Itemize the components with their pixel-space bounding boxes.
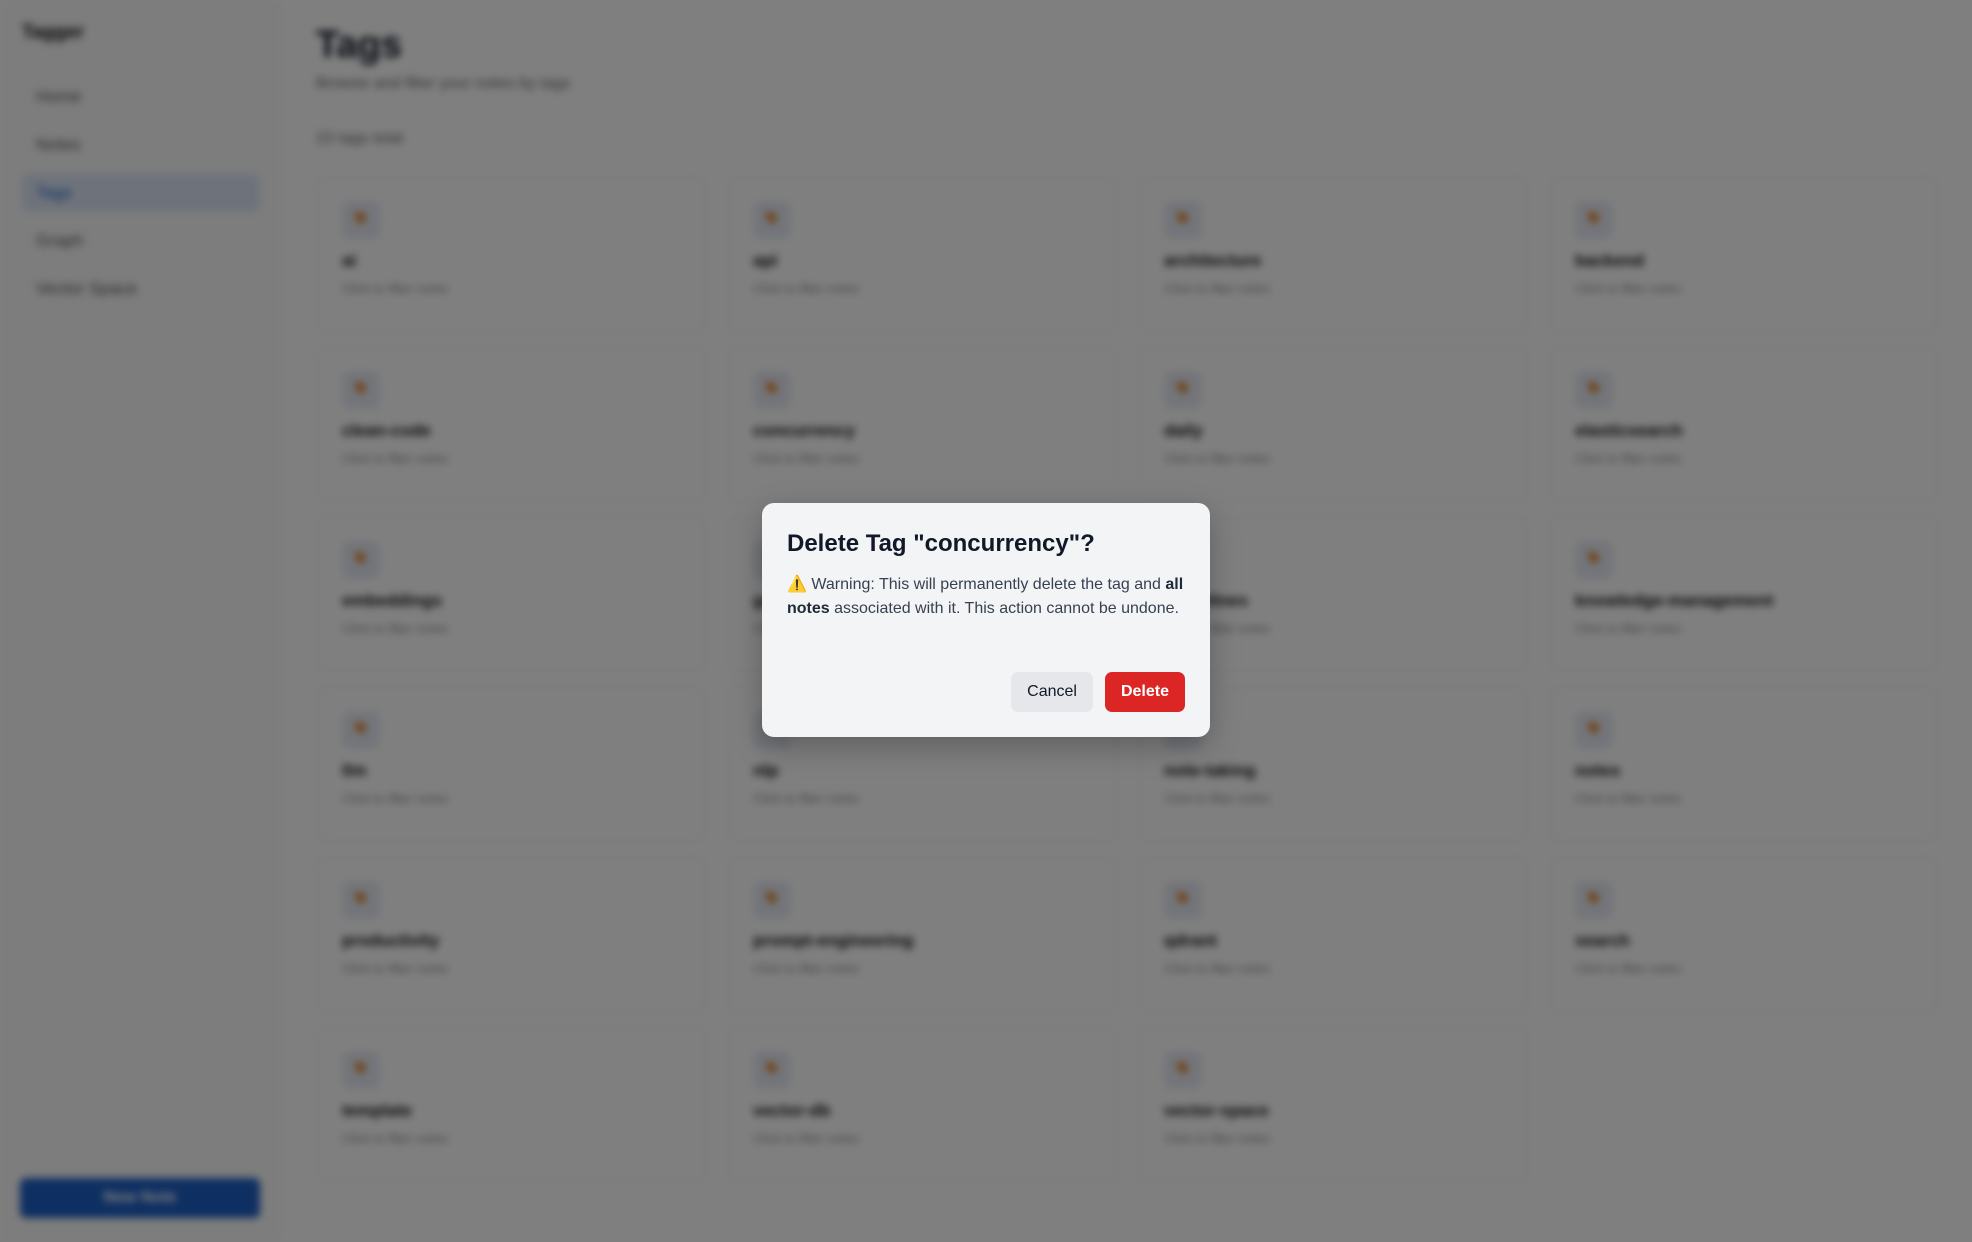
delete-button[interactable]: Delete: [1104, 672, 1185, 712]
cancel-button[interactable]: Cancel: [1011, 672, 1093, 712]
dialog-title: Delete Tag "concurrency"?: [787, 530, 1095, 557]
warning-text-end: associated with it. This action cannot b…: [829, 600, 1179, 617]
dialog-message: ⚠️ Warning: This will permanently delete…: [787, 573, 1185, 621]
delete-tag-dialog: Delete Tag "concurrency"? ⚠️ Warning: Th…: [762, 503, 1210, 737]
warning-text-start: Warning: This will permanently delete th…: [811, 576, 1166, 593]
dialog-actions: Cancel Delete: [1011, 672, 1185, 712]
warning-icon: ⚠️: [787, 576, 807, 593]
